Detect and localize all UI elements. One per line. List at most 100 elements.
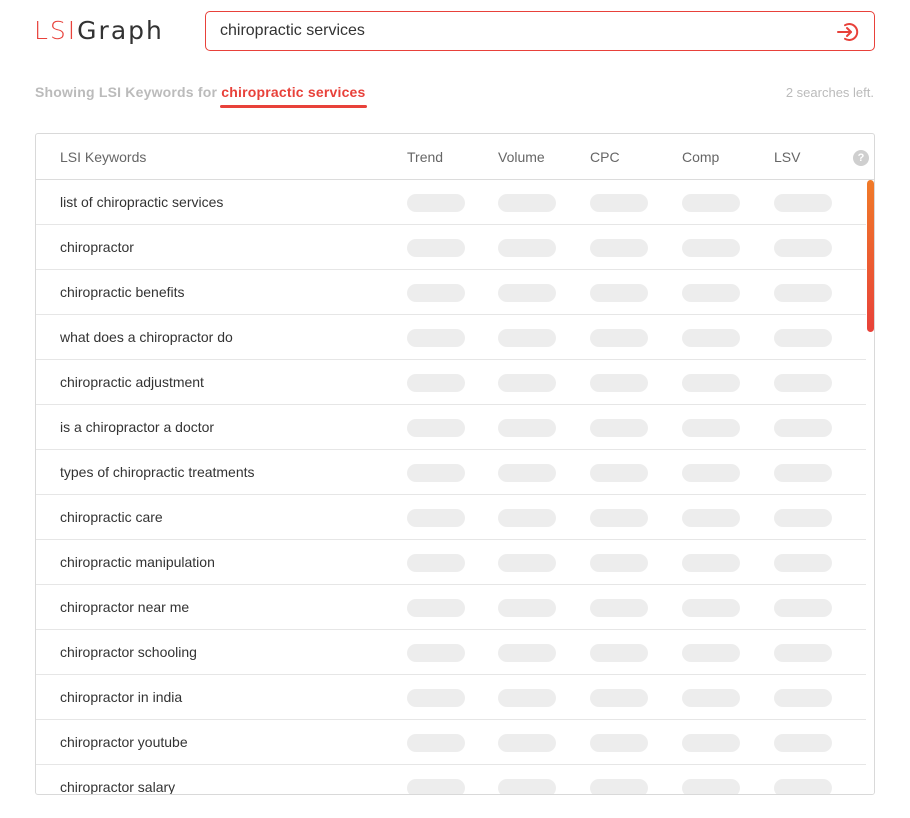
table-row[interactable]: chiropractor salary <box>36 765 866 794</box>
table-row[interactable]: is a chiropractor a doctor <box>36 405 866 450</box>
comp-placeholder <box>682 419 740 437</box>
lsv-placeholder <box>774 599 832 617</box>
column-header-lsv[interactable]: LSV <box>774 149 800 165</box>
trend-placeholder <box>407 734 465 752</box>
table-body: list of chiropractic services chiropracto… <box>36 180 866 794</box>
lsigraph-logo[interactable]: LSIGraph <box>34 14 164 48</box>
cpc-placeholder <box>590 599 648 617</box>
volume-placeholder <box>498 509 556 527</box>
comp-placeholder <box>682 509 740 527</box>
column-header-trend[interactable]: Trend <box>407 149 443 165</box>
volume-placeholder <box>498 734 556 752</box>
comp-placeholder <box>682 464 740 482</box>
volume-placeholder <box>498 689 556 707</box>
trend-placeholder <box>407 374 465 392</box>
cpc-placeholder <box>590 329 648 347</box>
lsv-placeholder <box>774 284 832 302</box>
column-header-lsi-keywords[interactable]: LSI Keywords <box>60 149 146 165</box>
volume-placeholder <box>498 464 556 482</box>
results-summary: Showing LSI Keywords for chiropractic se… <box>35 84 367 108</box>
table-scrollbar[interactable] <box>866 180 874 794</box>
table-row[interactable]: chiropractor near me <box>36 585 866 630</box>
column-header-comp[interactable]: Comp <box>682 149 719 165</box>
volume-placeholder <box>498 194 556 212</box>
cpc-placeholder <box>590 779 648 794</box>
searches-left-counter: 2 searches left. <box>785 85 874 100</box>
cpc-placeholder <box>590 509 648 527</box>
volume-placeholder <box>498 554 556 572</box>
table-row[interactable]: chiropractor in india <box>36 675 866 720</box>
trend-placeholder <box>407 329 465 347</box>
trend-placeholder <box>407 194 465 212</box>
lsv-placeholder <box>774 644 832 662</box>
keyword-cell[interactable]: what does a chiropractor do <box>60 329 233 345</box>
keyword-cell[interactable]: chiropractic benefits <box>60 284 185 300</box>
comp-placeholder <box>682 239 740 257</box>
trend-placeholder <box>407 779 465 794</box>
keyword-cell[interactable]: chiropractor in india <box>60 689 182 705</box>
column-header-cpc[interactable]: CPC <box>590 149 620 165</box>
trend-placeholder <box>407 509 465 527</box>
comp-placeholder <box>682 194 740 212</box>
comp-placeholder <box>682 734 740 752</box>
search-bar <box>205 11 875 51</box>
lsv-placeholder <box>774 419 832 437</box>
volume-placeholder <box>498 239 556 257</box>
cpc-placeholder <box>590 734 648 752</box>
comp-placeholder <box>682 599 740 617</box>
lsv-placeholder <box>774 689 832 707</box>
results-summary-prefix: Showing LSI Keywords for <box>35 84 218 100</box>
column-header-volume[interactable]: Volume <box>498 149 545 165</box>
trend-placeholder <box>407 464 465 482</box>
keyword-cell[interactable]: types of chiropractic treatments <box>60 464 255 480</box>
lsv-placeholder <box>774 194 832 212</box>
keyword-cell[interactable]: chiropractic manipulation <box>60 554 215 570</box>
lsv-placeholder <box>774 734 832 752</box>
lsi-keywords-table: LSI Keywords Trend Volume CPC Comp LSV ?… <box>35 133 875 795</box>
cpc-placeholder <box>590 464 648 482</box>
results-summary-query: chiropractic services <box>220 84 367 108</box>
question-mark-icon[interactable]: ? <box>853 150 869 166</box>
keyword-cell[interactable]: chiropractor youtube <box>60 734 188 750</box>
table-row[interactable]: chiropractor schooling <box>36 630 866 675</box>
keyword-cell[interactable]: chiropractor <box>60 239 134 255</box>
volume-placeholder <box>498 329 556 347</box>
lsv-placeholder <box>774 779 832 794</box>
trend-placeholder <box>407 239 465 257</box>
keyword-cell[interactable]: list of chiropractic services <box>60 194 223 210</box>
trend-placeholder <box>407 284 465 302</box>
table-row[interactable]: chiropractic benefits <box>36 270 866 315</box>
volume-placeholder <box>498 599 556 617</box>
volume-placeholder <box>498 419 556 437</box>
keyword-cell[interactable]: chiropractic adjustment <box>60 374 204 390</box>
table-row[interactable]: list of chiropractic services <box>36 180 866 225</box>
volume-placeholder <box>498 374 556 392</box>
table-scrollbar-thumb[interactable] <box>867 180 874 332</box>
table-row[interactable]: chiropractor <box>36 225 866 270</box>
cpc-placeholder <box>590 374 648 392</box>
lsv-placeholder <box>774 509 832 527</box>
search-submit-button[interactable] <box>836 20 860 44</box>
table-header: LSI Keywords Trend Volume CPC Comp LSV ? <box>36 134 874 180</box>
trend-placeholder <box>407 599 465 617</box>
lsv-placeholder <box>774 374 832 392</box>
keyword-cell[interactable]: chiropractor near me <box>60 599 189 615</box>
lsv-placeholder <box>774 329 832 347</box>
search-input[interactable] <box>220 12 820 50</box>
comp-placeholder <box>682 644 740 662</box>
table-row[interactable]: chiropractor youtube <box>36 720 866 765</box>
table-row[interactable]: chiropractic care <box>36 495 866 540</box>
keyword-cell[interactable]: is a chiropractor a doctor <box>60 419 214 435</box>
comp-placeholder <box>682 329 740 347</box>
table-row[interactable]: chiropractic adjustment <box>36 360 866 405</box>
arrow-into-circle-icon <box>837 23 859 41</box>
keyword-cell[interactable]: chiropractor schooling <box>60 644 197 660</box>
comp-placeholder <box>682 374 740 392</box>
keyword-cell[interactable]: chiropractic care <box>60 509 163 525</box>
table-row[interactable]: types of chiropractic treatments <box>36 450 866 495</box>
table-row[interactable]: chiropractic manipulation <box>36 540 866 585</box>
keyword-cell[interactable]: chiropractor salary <box>60 779 175 794</box>
lsv-placeholder <box>774 464 832 482</box>
comp-placeholder <box>682 689 740 707</box>
table-row[interactable]: what does a chiropractor do <box>36 315 866 360</box>
